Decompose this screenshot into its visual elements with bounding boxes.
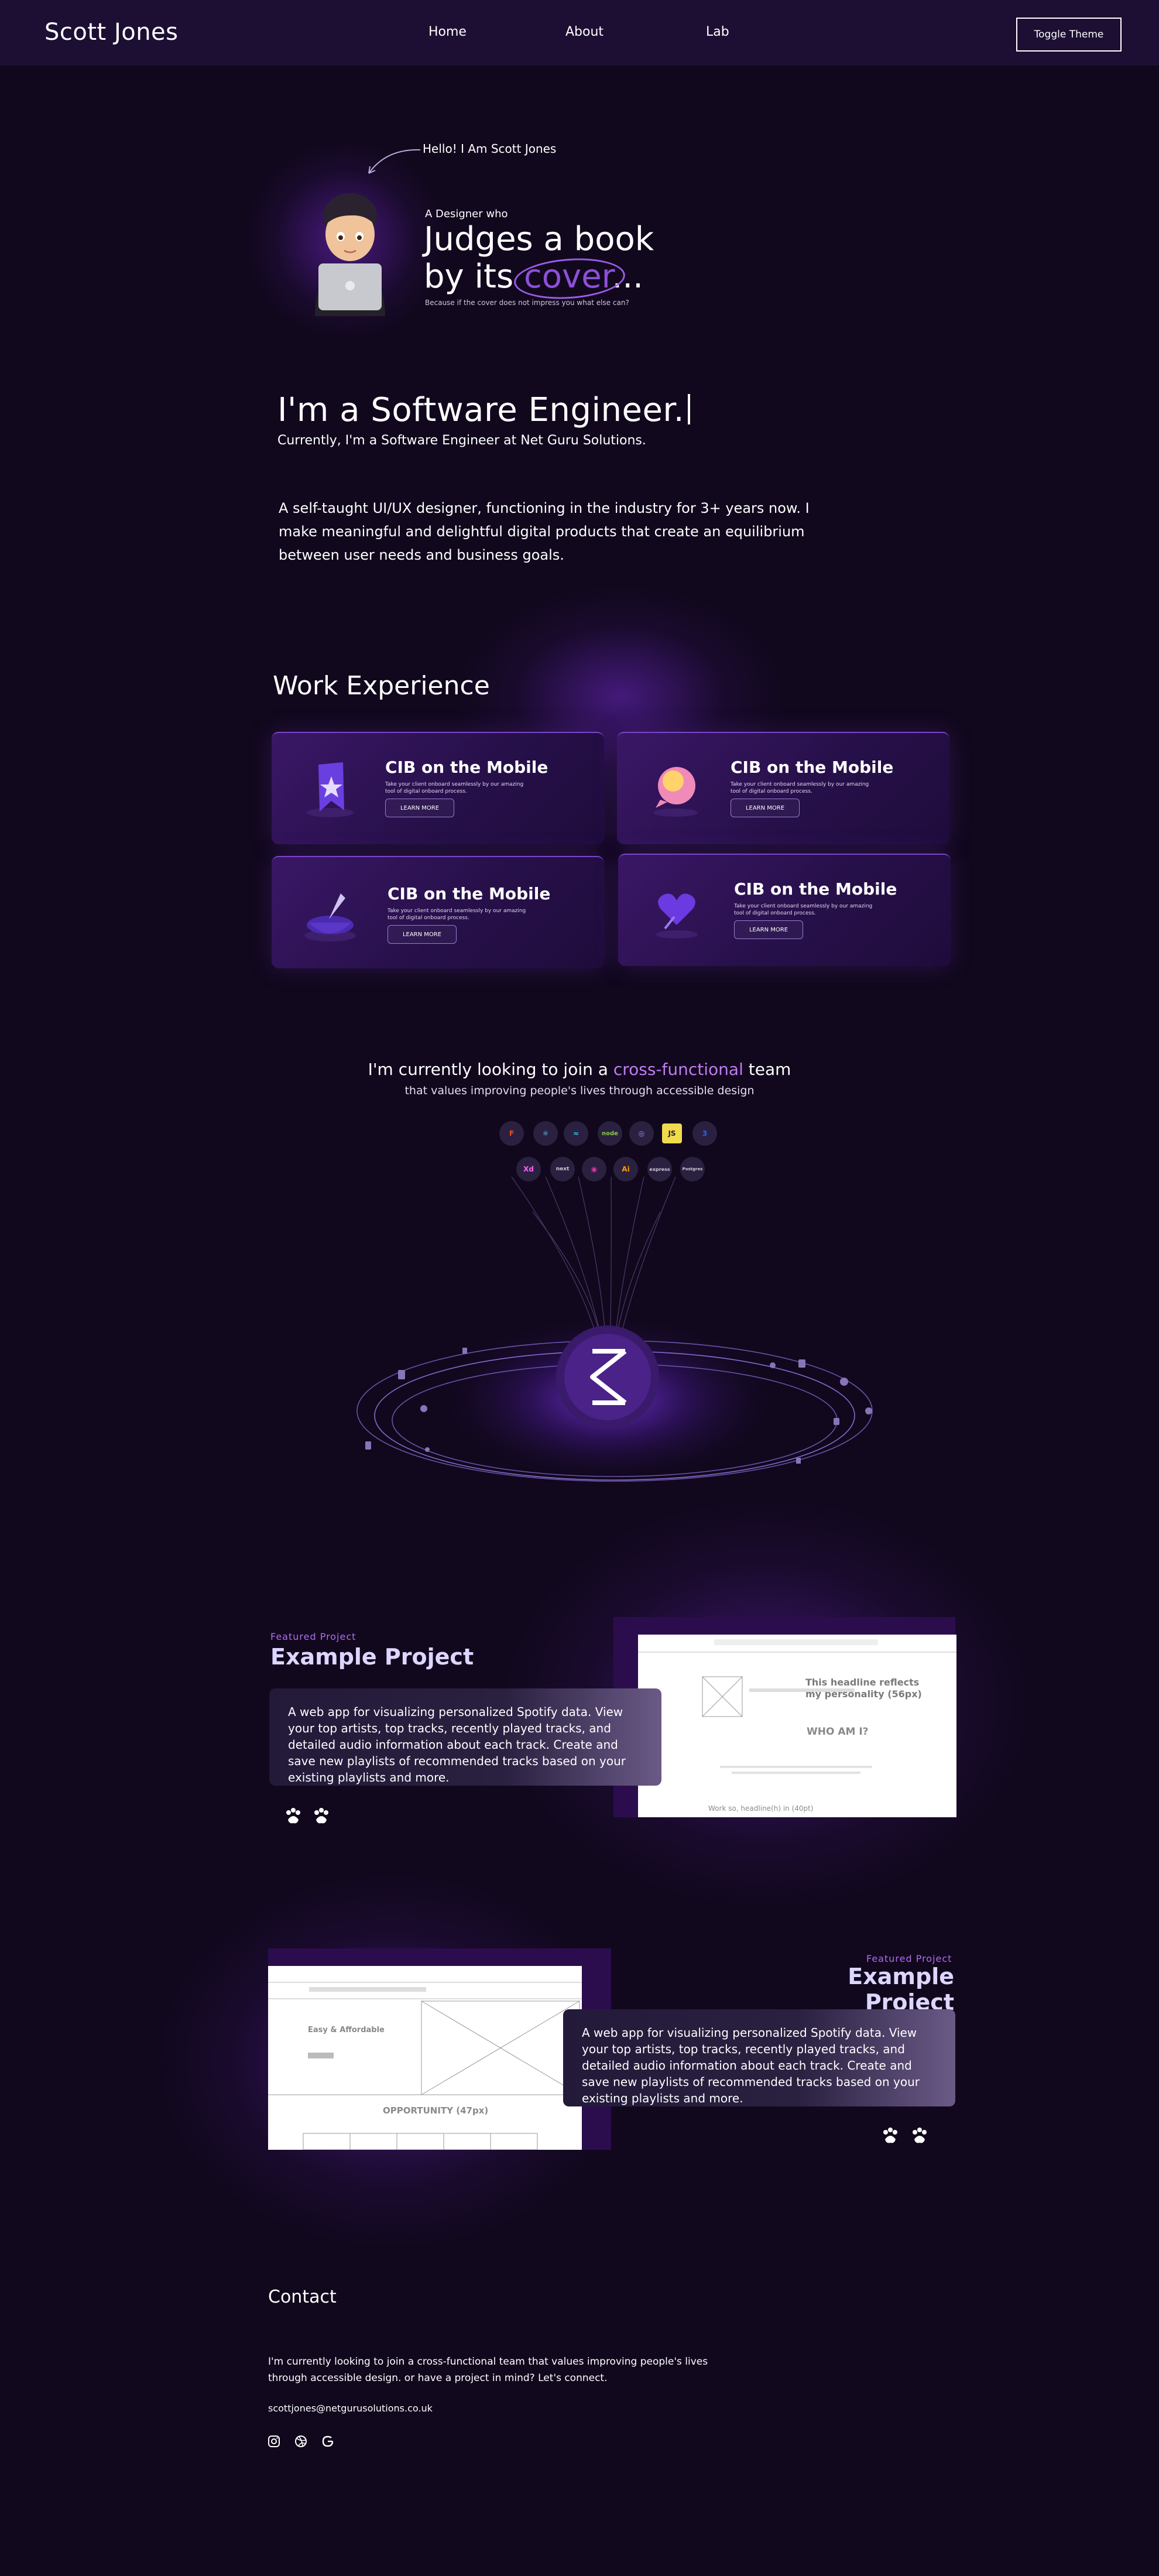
headline-prefix: by its [424,258,514,296]
nav-link-about[interactable]: About [565,25,603,39]
mockup-footer: Work so, headline(h) in (40pt) [708,1804,814,1813]
redux-icon: ◎ [629,1121,654,1146]
toggle-theme-button[interactable]: Toggle Theme [1016,18,1122,52]
join-heading: I'm currently looking to join a cross-fu… [0,1060,1159,1079]
project-preview-frame[interactable]: Easy & Affordable OPPORTUNITY (47px) [268,1948,611,2150]
project-description: A web app for visualizing personalized S… [269,1688,661,1786]
react-icon: ⚛ [533,1121,558,1146]
join-accent: cross-functional [613,1060,743,1079]
join-prefix: I'm currently looking to join a [368,1060,608,1079]
node-icon: node [598,1121,622,1146]
card-title: CIB on the Mobile [388,884,551,903]
hero-hello: Hello! I Am Scott Jones [423,142,557,156]
card-title: CIB on the Mobile [734,879,897,899]
top-navbar: Scott Jones Home About Lab Toggle Theme [0,0,1159,66]
contact-text: I'm currently looking to join a cross-fu… [268,2356,708,2384]
paw-icon[interactable] [283,1807,303,1827]
contact-title: Contact [268,2287,337,2307]
contact-email-link[interactable]: scottjones@netgurusolutions.co.uk [268,2403,433,2414]
card-description: Take your client onboard seamlessly by o… [734,903,873,916]
paw-icon[interactable] [910,2126,930,2146]
project-title[interactable]: Example Project [784,1964,954,2015]
wireframe-mockup [638,1639,956,1774]
work-card[interactable]: CIB on the Mobile Take your client onboa… [618,854,951,966]
dribbble-icon[interactable] [294,2434,308,2448]
bio-paragraph: A self-taught UI/UX designer, functionin… [279,500,810,563]
learn-more-button[interactable]: LEARN MORE [388,925,457,944]
card-description: Take your client onboard seamlessly by o… [385,782,524,794]
paw-icon[interactable] [311,1807,331,1827]
hero-designer-who: A Designer who [425,208,508,220]
work-card[interactable]: CIB on the Mobile Take your client onboa… [617,732,949,844]
work-card[interactable]: CIB on the Mobile Take your client onboa… [272,856,604,968]
current-position: Currently, I'm a Software Engineer at Ne… [277,433,646,448]
mockup-opportunity: OPPORTUNITY (47px) [383,2105,489,2116]
project-preview-frame[interactable]: This headline reflects my personality (5… [613,1617,956,1817]
chat-bubble-icon [653,767,698,817]
role-text: I'm a Software Engineer. [277,391,685,429]
work-card[interactable]: CIB on the Mobile Take your client onboa… [272,732,604,844]
card-title: CIB on the Mobile [731,758,894,777]
paw-icon[interactable] [880,2126,900,2146]
nav-link-lab[interactable]: Lab [706,25,729,39]
javascript-icon: JS [662,1123,682,1143]
brand-logo[interactable]: Scott Jones [44,19,179,46]
hero-headline-line1: Judges a book [424,220,654,258]
learn-more-button[interactable]: LEARN MORE [731,799,800,817]
project-title[interactable]: Example Project [270,1644,474,1670]
rocket-bowl-icon [304,893,356,941]
project-screenshot [268,1966,582,2150]
join-suffix: team [748,1060,791,1079]
join-subtitle: that values improving people's lives thr… [404,1084,755,1097]
google-icon[interactable] [321,2434,335,2448]
heart-pin-icon [656,893,698,938]
mockup-who: WHO AM I? [807,1726,869,1738]
project-screenshot [638,1635,956,1817]
card-description: Take your client onboard seamlessly by o… [388,908,526,921]
figma-icon: F [499,1121,524,1146]
mockup-headline: This headline reflects my personality (5… [805,1677,922,1700]
featured-label: Featured Project [270,1631,356,1642]
memoji-avatar [315,193,385,316]
mockup-heading: Easy & Affordable [308,2026,385,2034]
bookmark-star-icon [307,762,354,817]
featured-label: Featured Project [866,1953,952,1964]
card-title: CIB on the Mobile [385,758,548,777]
role-heading: I'm a Software Engineer. [277,391,691,429]
typing-caret [688,394,691,424]
wireframe-mockup [268,1982,582,2150]
pointer-arrow [368,149,421,174]
learn-more-button[interactable]: LEARN MORE [385,799,454,817]
tailwind-icon: ≈ [564,1121,588,1146]
css-icon: 3 [692,1121,717,1146]
card-description: Take your client onboard seamlessly by o… [731,782,869,794]
project-description: A web app for visualizing personalized S… [563,2009,955,2106]
learn-more-button[interactable]: LEARN MORE [734,920,803,939]
instagram-icon[interactable] [267,2434,281,2448]
hero-tagline: Because if the cover does not impress yo… [425,299,629,307]
work-section-title: Work Experience [273,671,490,701]
nav-link-home[interactable]: Home [428,25,467,39]
skills-orbit-graphic [356,1177,873,1487]
